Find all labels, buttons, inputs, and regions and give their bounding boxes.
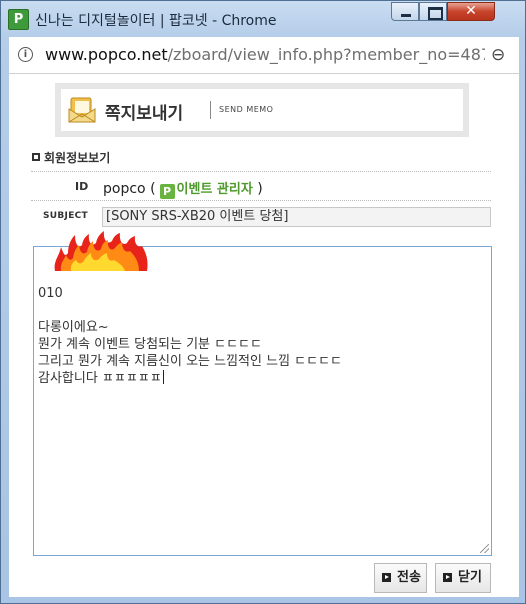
message-line: 감사합니다 ㅍㅍㅍㅍㅍ <box>38 370 164 386</box>
url-clip: i www.popco.net/zboard/view_info.php?mem… <box>9 37 485 73</box>
maximize-icon <box>428 7 443 20</box>
message-textarea[interactable]: 010 다롱이에요~ 뭔가 계속 이벤트 당첨되는 기분 ㄷㄷㄷㄷ 그리고 뭔가 계속… <box>33 246 492 556</box>
url-host: www.popco.net <box>45 45 168 64</box>
message-line: 다롱이에요~ <box>38 320 109 335</box>
page-subtitle: SEND MEMO <box>219 105 274 114</box>
header-divider <box>210 101 211 119</box>
message-line <box>38 302 487 319</box>
window-title: 신나는 디지털놀이터 | 팝코넷 - Chrome <box>35 13 277 29</box>
recipient-id: popco (P 이벤트 관리자 ) <box>103 178 263 199</box>
memo-envelope-icon <box>68 97 96 123</box>
address-bar[interactable]: i www.popco.net/zboard/view_info.php?mem… <box>9 37 519 74</box>
send-button[interactable]: 전송 <box>374 563 427 593</box>
id-label: ID <box>75 180 89 193</box>
message-line: 010 <box>38 286 63 301</box>
open-paren: ( <box>150 181 156 197</box>
popco-app-icon: P <box>8 9 29 30</box>
maximize-button[interactable] <box>419 2 447 21</box>
fire-emoticon-icon <box>54 231 148 271</box>
subject-label: SUBJECT <box>43 211 88 221</box>
minimize-button[interactable] <box>391 2 419 21</box>
text-caret <box>162 370 164 384</box>
close-button-label: 닫기 <box>458 570 482 585</box>
close-button[interactable]: 닫기 <box>435 563 491 593</box>
recipient-role: 이벤트 관리자 <box>176 182 253 197</box>
page-content: 쪽지보내기 SEND MEMO 회원정보보기 ID popco (P 이벤트 관리… <box>9 74 519 597</box>
memo-header: 쪽지보내기 SEND MEMO <box>55 83 469 137</box>
browser-window: P 신나는 디지털놀이터 | 팝코넷 - Chrome ✕ i www.popc… <box>0 0 526 604</box>
arrow-right-icon <box>382 573 391 582</box>
arrow-right-icon <box>443 573 452 582</box>
send-button-label: 전송 <box>397 570 421 585</box>
resize-grip-icon[interactable] <box>480 544 489 553</box>
minimize-icon <box>401 14 411 17</box>
divider <box>31 200 491 201</box>
close-paren: ) <box>257 181 263 197</box>
divider <box>31 171 491 172</box>
memo-header-inner: 쪽지보내기 SEND MEMO <box>61 89 463 131</box>
title-bar[interactable]: P 신나는 디지털놀이터 | 팝코넷 - Chrome ✕ <box>1 1 525 35</box>
close-window-button[interactable]: ✕ <box>447 2 495 21</box>
section-bullet-icon <box>32 153 40 161</box>
subject-field[interactable]: [SONY SRS-XB20 이벤트 당첨] <box>102 207 491 227</box>
zoom-out-icon[interactable]: ⊖ <box>491 45 505 65</box>
info-icon[interactable]: i <box>18 47 33 62</box>
url-path: /zboard/view_info.php?member_no=487 <box>167 45 485 64</box>
section-title: 회원정보보기 <box>44 151 111 165</box>
message-line: 뭔가 계속 이벤트 당첨되는 기분 ㄷㄷㄷㄷ <box>38 337 262 352</box>
recipient-username: popco <box>103 181 146 197</box>
url-text[interactable]: www.popco.net/zboard/view_info.php?membe… <box>45 45 485 64</box>
admin-badge-icon: P <box>159 184 175 199</box>
page-title: 쪽지보내기 <box>105 104 184 124</box>
message-line: 그리고 뭔가 계속 지름신이 오는 느낌적인 느낌 ㄷㄷㄷㄷ <box>38 354 343 369</box>
close-icon: ✕ <box>465 3 477 19</box>
